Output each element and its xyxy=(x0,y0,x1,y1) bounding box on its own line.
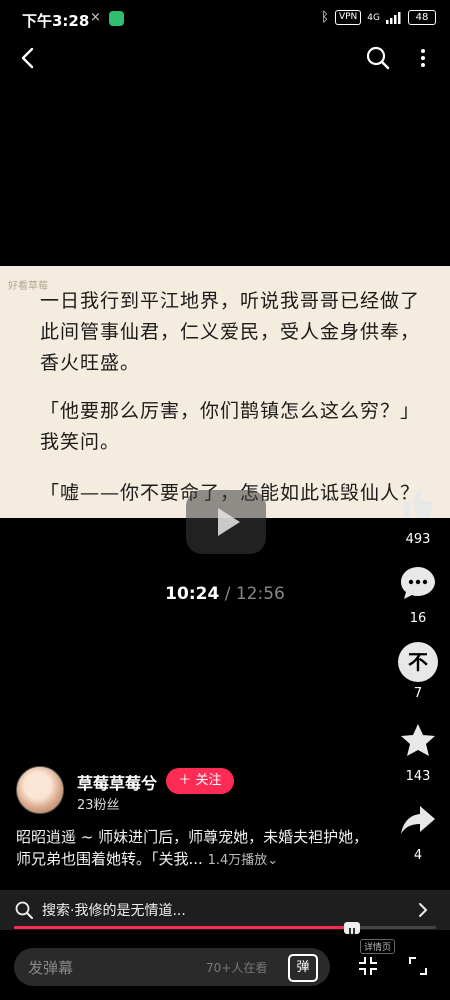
comment-count: 16 xyxy=(409,611,427,626)
status-bar: 下午3:28 × ᛒ VPN 4G 48 xyxy=(0,0,450,38)
total-time: 12:56 xyxy=(235,584,285,604)
share-button[interactable]: 4 xyxy=(388,800,448,863)
status-right: ᛒ VPN 4G 48 xyxy=(321,10,436,25)
pause-icon xyxy=(349,928,355,934)
network-label: 4G xyxy=(367,12,380,23)
description-text: 昭昭逍遥 ~ 师妹进门后，师尊宠她，未婚夫袒护她，师兄弟也围着她转。「关我... xyxy=(16,828,369,868)
favorite-count: 143 xyxy=(405,769,431,784)
like-button[interactable]: 493 xyxy=(388,484,448,547)
fullscreen-icon[interactable] xyxy=(406,954,430,978)
danmu-input[interactable]: 发弹幕 70+人在看 弹 xyxy=(14,948,330,986)
not-interested-icon: 不 xyxy=(398,642,438,682)
author-name[interactable]: 草莓草莓兮 xyxy=(77,770,157,794)
play-count: 1.4万播放 xyxy=(207,853,268,868)
app-notification-icon xyxy=(109,11,124,26)
video-description[interactable]: 昭昭逍遥 ~ 师妹进门后，师尊宠她，未婚夫袒护她，师兄弟也围着她转。「关我...… xyxy=(16,826,376,872)
comment-icon xyxy=(401,567,435,599)
star-icon xyxy=(401,724,435,756)
author-avatar[interactable] xyxy=(16,766,64,814)
danmu-placeholder: 发弹幕 xyxy=(28,959,74,977)
thumbs-up-icon xyxy=(404,490,433,518)
collapse-icon[interactable] xyxy=(356,954,380,978)
notification-x-icon: × xyxy=(90,10,101,25)
detail-page-tag[interactable]: 详情页 xyxy=(360,939,396,954)
author-fans: 23粉丝 xyxy=(77,798,120,813)
like-count: 493 xyxy=(405,532,431,547)
chevron-down-icon[interactable]: ⌄ xyxy=(267,853,278,868)
status-time: 下午3:28 xyxy=(22,12,90,30)
danmu-toggle-button[interactable]: 弹 xyxy=(288,954,318,982)
battery-indicator: 48 xyxy=(408,10,436,25)
favorite-button[interactable]: 143 xyxy=(388,721,448,784)
progress-handle[interactable] xyxy=(344,922,360,934)
video-text-paragraph: 「他要那么厉害，你们鹊镇怎么这么穷？」我笑问。 xyxy=(40,400,421,453)
vpn-badge: VPN xyxy=(334,10,362,25)
video-progress-bar[interactable] xyxy=(14,926,436,929)
play-icon xyxy=(218,508,240,536)
time-separator: / xyxy=(224,584,231,604)
search-suggestion-text: 搜索·我修的是无情道... xyxy=(42,903,186,919)
bluetooth-icon: ᛒ xyxy=(321,10,329,25)
not-interested-count: 7 xyxy=(413,686,423,701)
comment-button[interactable]: 16 xyxy=(388,563,448,626)
share-arrow-icon xyxy=(401,806,435,834)
not-interested-button[interactable]: 不 7 xyxy=(388,642,448,701)
chevron-right-icon xyxy=(419,903,428,917)
share-count: 4 xyxy=(413,848,423,863)
video-frame[interactable]: 好看草莓 一日我行到平江地界，听说我哥哥已经做了此间管事仙君，仁义爱民，受人金身… xyxy=(0,266,450,518)
follow-button[interactable]: ＋ 关注 xyxy=(166,768,234,794)
video-text-paragraph: 一日我行到平江地界，听说我哥哥已经做了此间管事仙君，仁义爱民，受人金身供奉，香火… xyxy=(40,290,421,374)
playback-time: 10:24 / 12:56 xyxy=(0,584,450,604)
current-time: 10:24 xyxy=(165,584,220,604)
more-options-icon[interactable] xyxy=(412,44,434,72)
search-icon xyxy=(15,901,33,919)
signal-icon xyxy=(386,11,401,24)
search-icon[interactable] xyxy=(364,44,392,72)
search-suggestion-bar[interactable]: 搜索·我修的是无情道... xyxy=(0,890,450,930)
online-viewers: 70+人在看 xyxy=(206,961,268,975)
play-button[interactable] xyxy=(186,490,266,554)
progress-fill xyxy=(14,926,357,929)
back-arrow-icon[interactable] xyxy=(14,44,42,72)
